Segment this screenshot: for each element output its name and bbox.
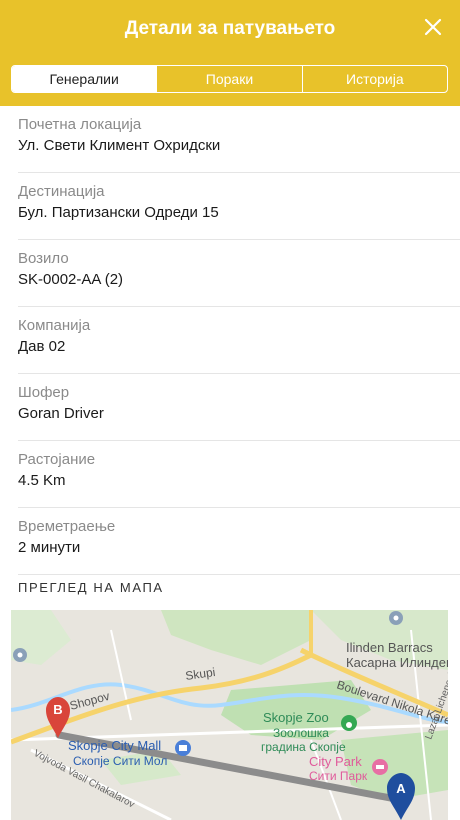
detail-label: Шофер	[18, 384, 70, 401]
detail-company: Компанија Дав 02	[18, 307, 460, 374]
detail-label: Времетраење	[18, 518, 116, 535]
tab-history[interactable]: Историја	[301, 66, 447, 92]
marker-b-label: B	[53, 702, 62, 717]
detail-label: Дестинација	[18, 183, 105, 200]
detail-label: Возило	[18, 250, 69, 267]
details-list: Почетна локација Ул. Свети Климент Охрид…	[0, 106, 460, 575]
map-label-mall-mk: Скопје Сити Мол	[73, 754, 167, 768]
shopping-icon	[175, 740, 191, 756]
detail-value: SK-0002-AA (2)	[18, 271, 124, 288]
zoo-icon	[341, 715, 357, 731]
tab-general[interactable]: Генералии	[12, 66, 157, 92]
location-pin-icon	[389, 611, 403, 625]
detail-value: 4.5 Km	[18, 472, 66, 489]
map-label-zoo-en: Skopje Zoo	[263, 710, 329, 725]
detail-value: 2 минути	[18, 539, 81, 556]
header: Детали за патувањето Генералии Пораки Ис…	[0, 0, 460, 106]
detail-driver: Шофер Goran Driver	[18, 374, 460, 441]
detail-duration: Времетраење 2 минути	[18, 508, 460, 575]
map-label-barracks-mk: Касарна Илинден	[346, 655, 448, 670]
hotel-icon	[372, 759, 388, 775]
detail-distance: Растојание 4.5 Km	[18, 441, 460, 508]
detail-value: Goran Driver	[18, 405, 104, 422]
detail-label: Растојание	[18, 451, 96, 468]
marker-a-label: A	[396, 781, 406, 796]
map-label-park-en: City Park	[309, 754, 362, 769]
detail-value: Бул. Партизански Одреди 15	[18, 204, 219, 221]
page-title: Детали за патувањето	[124, 18, 336, 39]
close-icon	[424, 18, 442, 36]
map-canvas: Ilinden Barracs Касарна Илинден Skupi Sh…	[11, 610, 448, 820]
map-label-barracks-en: Ilinden Barracs	[346, 640, 433, 655]
location-pin-icon	[13, 648, 27, 662]
detail-value: Дав 02	[18, 338, 66, 355]
close-button[interactable]	[420, 14, 446, 40]
route-map[interactable]: Ilinden Barracs Касарна Илинден Skupi Sh…	[11, 610, 448, 820]
map-label-zoo-mk2: градина Скопје	[261, 740, 346, 754]
map-label-park-mk: Сити Парк	[309, 769, 368, 783]
detail-vehicle: Возило SK-0002-AA (2)	[18, 240, 460, 307]
detail-label: Компанија	[18, 317, 91, 334]
detail-value: Ул. Свети Климент Охридски	[18, 137, 221, 154]
tab-messages[interactable]: Пораки	[156, 66, 301, 92]
detail-destination: Дестинација Бул. Партизански Одреди 15	[18, 173, 460, 240]
detail-label: Почетна локација	[18, 116, 142, 133]
map-section-title: ПРЕГЛЕД НА МАПА	[18, 580, 164, 595]
tab-bar: Генералии Пораки Историја	[11, 65, 448, 93]
map-label-zoo-mk1: Зоолошка	[273, 726, 329, 740]
map-label-mall-en: Skopje City Mall	[68, 738, 161, 753]
detail-start-location: Почетна локација Ул. Свети Климент Охрид…	[18, 106, 460, 173]
